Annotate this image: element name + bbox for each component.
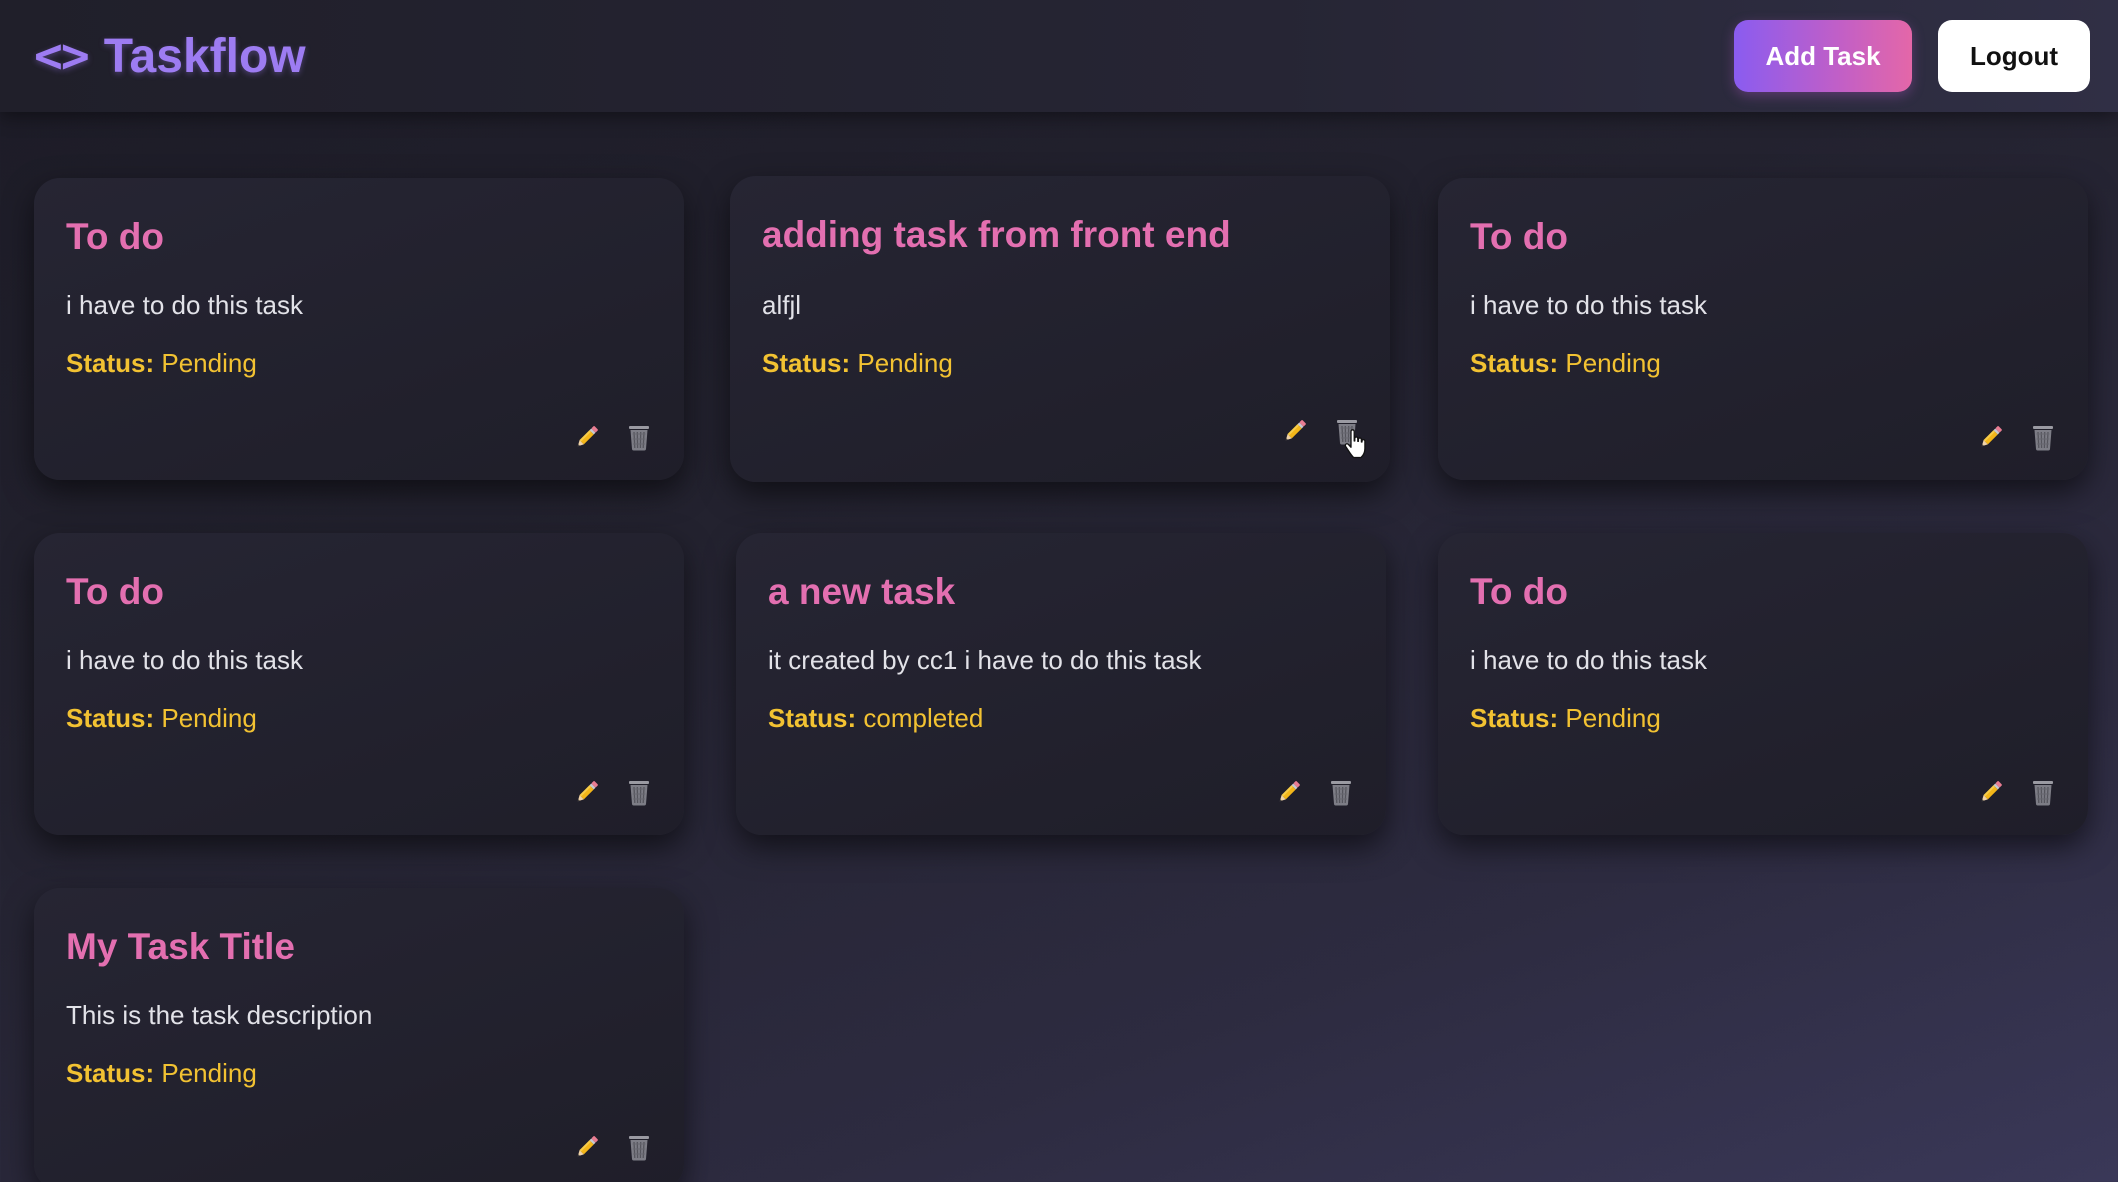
task-title: To do (66, 216, 164, 257)
task-card: adding task from front end alfjl Status:… (730, 176, 1390, 482)
status-label: Status: (762, 348, 851, 378)
pencil-icon[interactable] (1274, 777, 1304, 807)
task-status: Status: Pending (66, 703, 257, 734)
task-actions (572, 777, 654, 807)
status-label: Status: (768, 703, 857, 733)
task-description: This is the task description (66, 1000, 373, 1030)
trash-icon[interactable] (624, 777, 654, 807)
pencil-icon[interactable] (1280, 416, 1310, 446)
status-label: Status: (66, 703, 155, 733)
task-description: it created by cc1 i have to do this task (768, 645, 1202, 675)
pencil-icon[interactable] (572, 422, 602, 452)
pencil-icon[interactable] (572, 1132, 602, 1162)
task-card: To do i have to do this task Status: Pen… (1438, 533, 2088, 835)
status-label: Status: (66, 1058, 155, 1088)
status-label: Status: (1470, 348, 1559, 378)
trash-icon[interactable] (624, 422, 654, 452)
brand-name: Taskflow (103, 29, 306, 83)
task-actions (1976, 777, 2058, 807)
task-card: To do i have to do this task Status: Pen… (34, 533, 684, 835)
add-task-button[interactable]: Add Task (1734, 20, 1912, 92)
status-value: Pending (161, 1058, 257, 1088)
task-status: Status: Pending (1470, 703, 1661, 734)
task-title: a new task (768, 571, 956, 612)
task-title: To do (66, 571, 164, 612)
task-description: i have to do this task (66, 290, 304, 320)
status-label: Status: (1470, 703, 1559, 733)
task-description: i have to do this task (1470, 290, 1708, 320)
logout-button[interactable]: Logout (1938, 20, 2090, 92)
pencil-icon[interactable] (1976, 777, 2006, 807)
status-value: Pending (1565, 703, 1661, 733)
pencil-icon[interactable] (1976, 422, 2006, 452)
task-status: Status: completed (768, 703, 983, 734)
hand-cursor-icon (1344, 429, 1366, 459)
status-value: Pending (161, 703, 257, 733)
task-title: To do (1470, 571, 1568, 612)
trash-icon[interactable] (2028, 777, 2058, 807)
task-status: Status: Pending (66, 348, 257, 379)
task-status: Status: Pending (66, 1058, 257, 1089)
status-value: Pending (857, 348, 953, 378)
task-actions (1976, 422, 2058, 452)
code-brackets-icon: <> (34, 28, 90, 84)
task-card: To do i have to do this task Status: Pen… (1438, 178, 2088, 480)
task-status: Status: Pending (762, 348, 953, 379)
task-actions (572, 1132, 654, 1162)
task-title: To do (1470, 216, 1568, 257)
task-description: alfjl (762, 290, 802, 320)
task-title: My Task Title (66, 926, 295, 967)
task-card: a new task it created by cc1 i have to d… (736, 533, 1386, 835)
task-actions (572, 422, 654, 452)
status-value: Pending (1565, 348, 1661, 378)
status-value: completed (863, 703, 984, 733)
trash-icon[interactable] (2028, 422, 2058, 452)
trash-icon[interactable] (1326, 777, 1356, 807)
task-description: i have to do this task (1470, 645, 1708, 675)
task-actions (1274, 777, 1356, 807)
pencil-icon[interactable] (572, 777, 602, 807)
brand[interactable]: <> Taskflow (34, 28, 306, 84)
task-description: i have to do this task (66, 645, 304, 675)
task-status: Status: Pending (1470, 348, 1661, 379)
status-value: Pending (161, 348, 257, 378)
status-label: Status: (66, 348, 155, 378)
navbar: <> Taskflow Add Task Logout (0, 0, 2118, 112)
nav-actions: Add Task Logout (1734, 20, 2090, 92)
task-card: My Task Title This is the task descripti… (34, 888, 684, 1182)
task-title: adding task from front end (762, 214, 1231, 255)
trash-icon[interactable] (624, 1132, 654, 1162)
task-card: To do i have to do this task Status: Pen… (34, 178, 684, 480)
